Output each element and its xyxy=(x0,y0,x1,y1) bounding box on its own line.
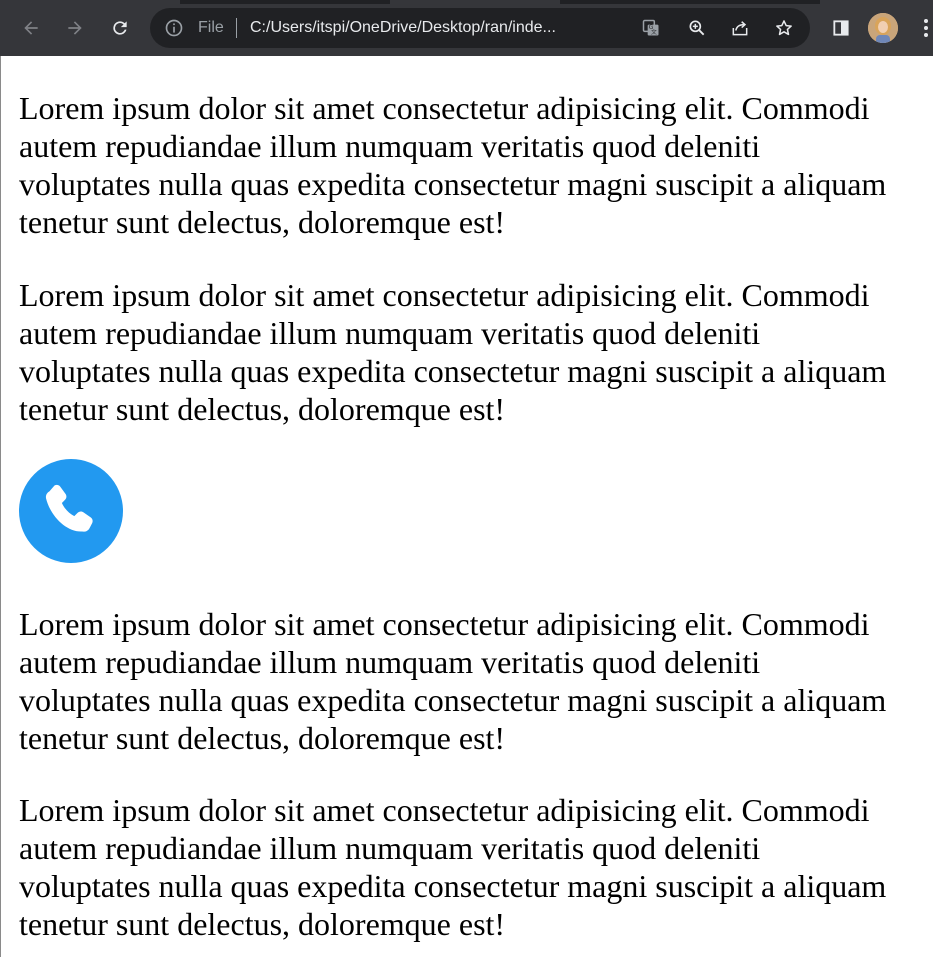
back-button[interactable] xyxy=(16,13,46,43)
tab-strip-edge xyxy=(560,0,820,4)
info-icon[interactable] xyxy=(164,18,184,38)
share-icon xyxy=(732,21,748,36)
svg-text:文: 文 xyxy=(651,28,657,36)
share-button[interactable] xyxy=(725,13,755,43)
scheme-label: File xyxy=(198,19,224,36)
reload-icon xyxy=(113,21,127,35)
bookmark-star-icon xyxy=(776,20,792,36)
paragraph-1: Lorem ipsum dolor sit amet consectetur a… xyxy=(19,90,887,240)
kebab-menu-icon[interactable] xyxy=(919,13,933,43)
browser-toolbar: File C:/Users/itspi/OneDrive/Desktop/ran… xyxy=(0,0,933,56)
phone-button[interactable] xyxy=(19,459,123,563)
bookmark-button[interactable] xyxy=(769,13,799,43)
reload-button[interactable] xyxy=(105,13,135,43)
page-content: Lorem ipsum dolor sit amet consectetur a… xyxy=(0,56,933,957)
forward-arrow-icon xyxy=(68,21,82,35)
avatar-image xyxy=(868,13,898,43)
side-panel-icon xyxy=(833,20,849,36)
address-bar[interactable]: File C:/Users/itspi/OneDrive/Desktop/ran… xyxy=(150,8,810,48)
paragraph-2: Lorem ipsum dolor sit amet consectetur a… xyxy=(19,277,887,427)
paragraph-4: Lorem ipsum dolor sit amet consectetur a… xyxy=(19,792,887,942)
zoom-icon xyxy=(689,20,705,36)
zoom-button[interactable] xyxy=(682,13,712,43)
forward-button[interactable] xyxy=(60,13,90,43)
back-arrow-icon xyxy=(24,21,38,35)
translate-icon: G 文 xyxy=(642,19,659,36)
tab-strip-edge xyxy=(180,0,390,4)
omnibox-divider xyxy=(236,18,237,38)
side-panel-button[interactable] xyxy=(826,13,856,43)
profile-avatar[interactable] xyxy=(868,13,898,43)
paragraph-3: Lorem ipsum dolor sit amet consectetur a… xyxy=(19,606,887,756)
translate-button[interactable]: G 文 xyxy=(636,13,666,43)
phone-icon xyxy=(19,459,123,563)
url-text[interactable]: C:/Users/itspi/OneDrive/Desktop/ran/inde… xyxy=(250,18,630,38)
